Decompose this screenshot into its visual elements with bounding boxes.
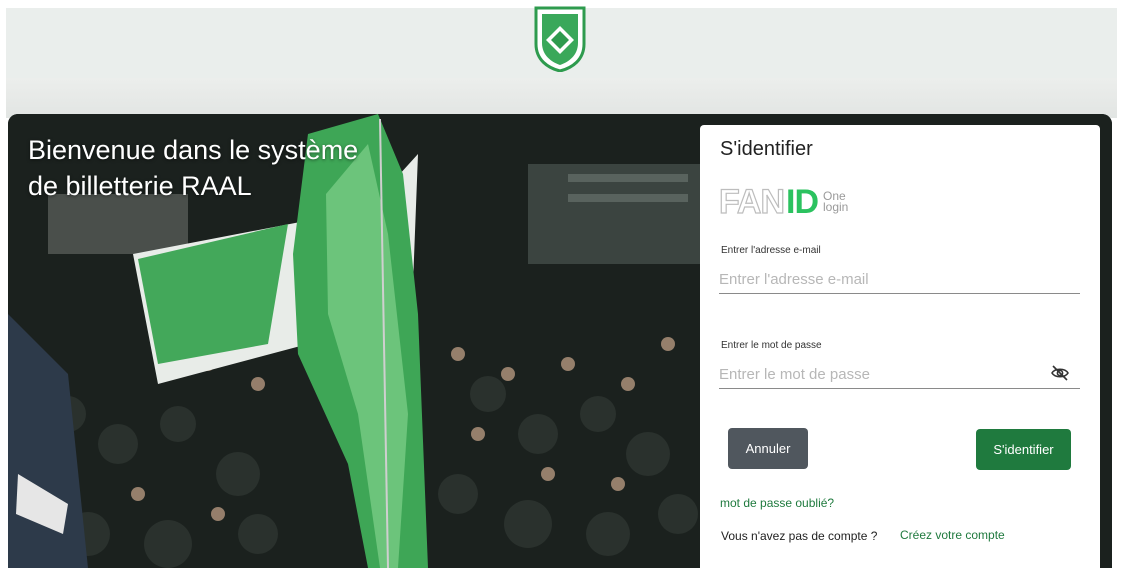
club-crest-icon[interactable] bbox=[530, 4, 590, 72]
eye-slash-icon[interactable] bbox=[1050, 365, 1070, 381]
no-account-text: Vous n'avez pas de compte ? bbox=[721, 529, 878, 543]
welcome-heading: Bienvenue dans le système de billetterie… bbox=[28, 132, 428, 204]
password-field[interactable] bbox=[719, 361, 1080, 389]
fanid-logo-id: ID bbox=[786, 182, 819, 221]
login-card: S'identifier FAN ID One login Entrer l'a… bbox=[700, 125, 1100, 568]
welcome-line-2: de billetterie RAAL bbox=[28, 171, 252, 201]
email-label: Entrer l'adresse e-mail bbox=[721, 245, 821, 256]
login-title: S'identifier bbox=[720, 138, 813, 160]
email-field[interactable] bbox=[719, 266, 1080, 294]
forgot-password-link[interactable]: mot de passe oublié? bbox=[720, 496, 834, 510]
welcome-line-1: Bienvenue dans le système bbox=[28, 135, 359, 165]
login-button[interactable]: S'identifier bbox=[976, 429, 1071, 470]
password-label: Entrer le mot de passe bbox=[721, 340, 822, 351]
fanid-logo-fan: FAN bbox=[718, 182, 785, 221]
create-account-link[interactable]: Créez votre compte bbox=[900, 528, 1005, 542]
fanid-logo: FAN ID One login bbox=[718, 182, 849, 221]
fanid-logo-one-login: One login bbox=[823, 190, 849, 214]
header-subbar bbox=[6, 78, 1117, 118]
fanid-logo-login: login bbox=[823, 200, 849, 214]
cancel-button[interactable]: Annuler bbox=[728, 428, 808, 469]
